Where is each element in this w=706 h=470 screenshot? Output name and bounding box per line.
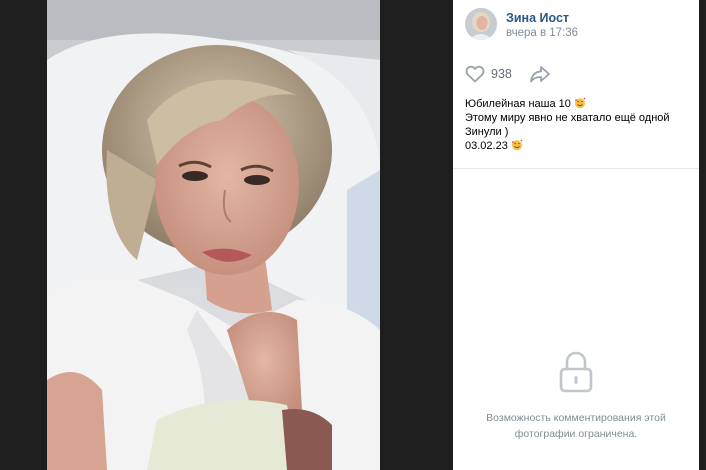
- avatar-image: [465, 8, 497, 40]
- smiling-face-with-hearts-emoji: [574, 97, 586, 109]
- caption-line-2: Этому миру явно не хватало ещё одной: [465, 112, 670, 124]
- post-actions: 938: [453, 62, 699, 86]
- share-button[interactable]: [529, 64, 551, 84]
- backdrop-edge: [699, 0, 706, 470]
- restricted-line-1: Возможность комментирования этой: [486, 412, 666, 424]
- avatar[interactable]: [465, 8, 497, 40]
- like-button[interactable]: 938: [465, 64, 512, 84]
- comments-restricted-text: Возможность комментирования этой фотогра…: [453, 410, 699, 442]
- post-side-panel: Зина Иост вчера в 17:36 938 Юбилейная на…: [453, 0, 699, 470]
- comments-restricted: Возможность комментирования этой фотогра…: [453, 350, 699, 442]
- share-arrow-icon: [530, 66, 550, 83]
- caption-text-1: Юбилейная наша 10: [465, 98, 571, 110]
- restricted-line-2: фотографии ограничена.: [514, 428, 638, 440]
- heart-icon: [465, 65, 485, 83]
- photo-viewer: Зина Иост вчера в 17:36 938 Юбилейная на…: [0, 0, 706, 470]
- smiling-face-with-hearts-emoji: [511, 139, 523, 151]
- lock-icon: [559, 351, 593, 393]
- caption-line-4: 03.02.23: [465, 139, 693, 153]
- photo-image: [47, 0, 380, 470]
- post-time[interactable]: вчера в 17:36: [506, 27, 578, 39]
- post-header: Зина Иост вчера в 17:36: [453, 0, 699, 50]
- caption-line-3: Зинули ): [465, 126, 509, 138]
- caption-line-1: Юбилейная наша 10: [465, 97, 693, 111]
- caption-text-4: 03.02.23: [465, 140, 508, 152]
- author-name[interactable]: Зина Иост: [506, 11, 569, 25]
- photo[interactable]: [47, 0, 380, 470]
- like-count: 938: [491, 67, 512, 81]
- post-caption: Юбилейная наша 10 Этому миру явно не хва…: [465, 97, 693, 153]
- divider: [453, 168, 699, 169]
